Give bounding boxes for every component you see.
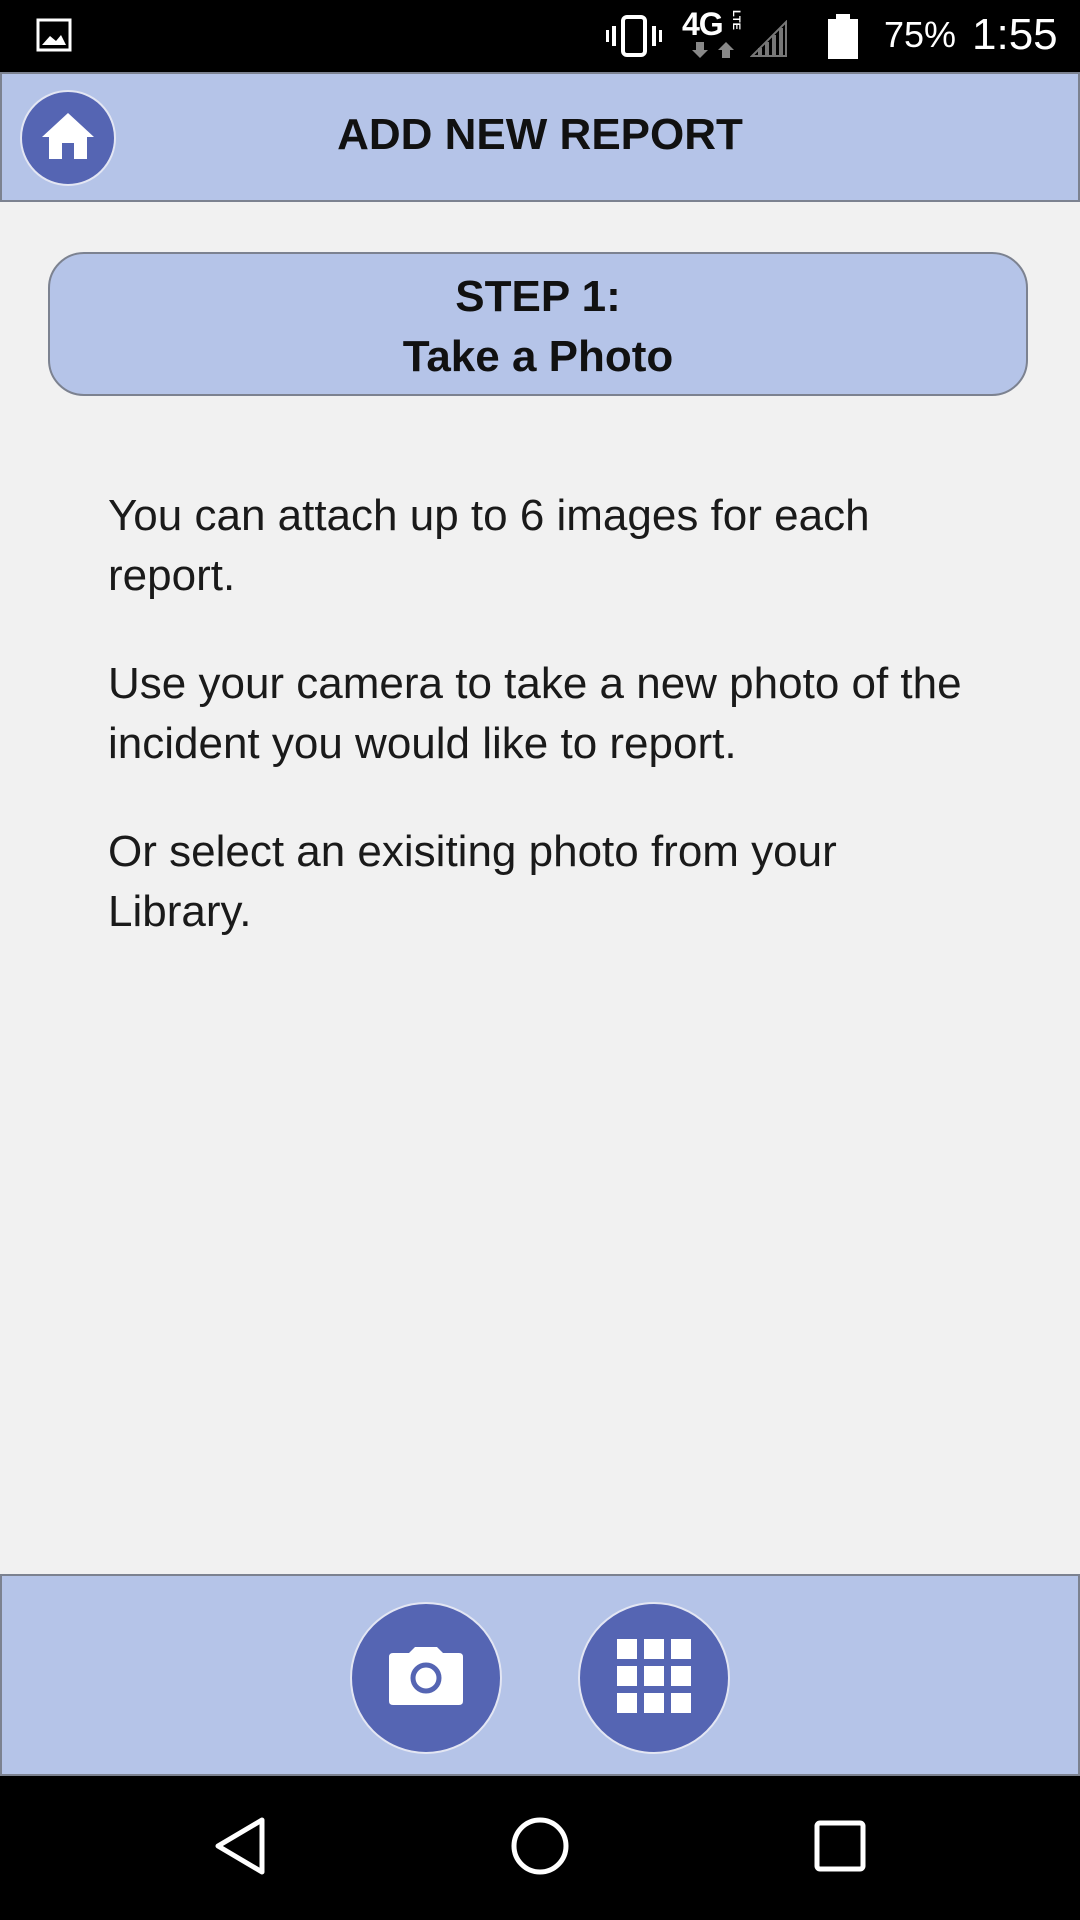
battery-percent-label: 75% bbox=[884, 14, 957, 55]
system-home-button[interactable] bbox=[504, 1812, 576, 1884]
camera-icon bbox=[387, 1645, 465, 1712]
signal-icon bbox=[749, 19, 788, 63]
step-title: Take a Photo bbox=[402, 332, 674, 381]
back-button[interactable] bbox=[204, 1812, 276, 1884]
page-title: ADD NEW REPORT bbox=[337, 110, 743, 159]
instructions: You can attach up to 6 images for each r… bbox=[108, 486, 988, 990]
recents-button[interactable] bbox=[804, 1812, 876, 1884]
instruction-paragraph: Or select an exisiting photo from your L… bbox=[108, 827, 837, 936]
instruction-paragraph: Use your camera to take a new photo of t… bbox=[108, 659, 962, 768]
take-photo-button[interactable] bbox=[350, 1602, 502, 1754]
step-card: STEP 1: Take a Photo bbox=[48, 252, 1028, 396]
step-number: STEP 1: bbox=[455, 272, 621, 321]
data-arrows-icon bbox=[692, 40, 742, 65]
app-header: ADD NEW REPORT bbox=[0, 72, 1080, 202]
grid-icon bbox=[617, 1638, 691, 1718]
bottom-toolbar bbox=[0, 1574, 1080, 1776]
photo-library-button[interactable] bbox=[578, 1602, 730, 1754]
recents-icon bbox=[814, 1820, 866, 1877]
instruction-paragraph: You can attach up to 6 images for each r… bbox=[108, 491, 870, 600]
clock-label: 1:55 bbox=[972, 10, 1058, 59]
home-circle-icon bbox=[510, 1816, 570, 1881]
system-nav-bar bbox=[0, 1776, 1080, 1920]
back-icon bbox=[212, 1816, 268, 1881]
gallery-icon bbox=[36, 18, 72, 57]
battery-icon bbox=[826, 14, 860, 65]
vibrate-icon bbox=[606, 14, 662, 63]
network-type-label: 4G bbox=[682, 6, 724, 42]
status-bar: 4G LTE 75% 1:55 bbox=[0, 0, 1080, 72]
lte-label: LTE bbox=[730, 10, 742, 30]
